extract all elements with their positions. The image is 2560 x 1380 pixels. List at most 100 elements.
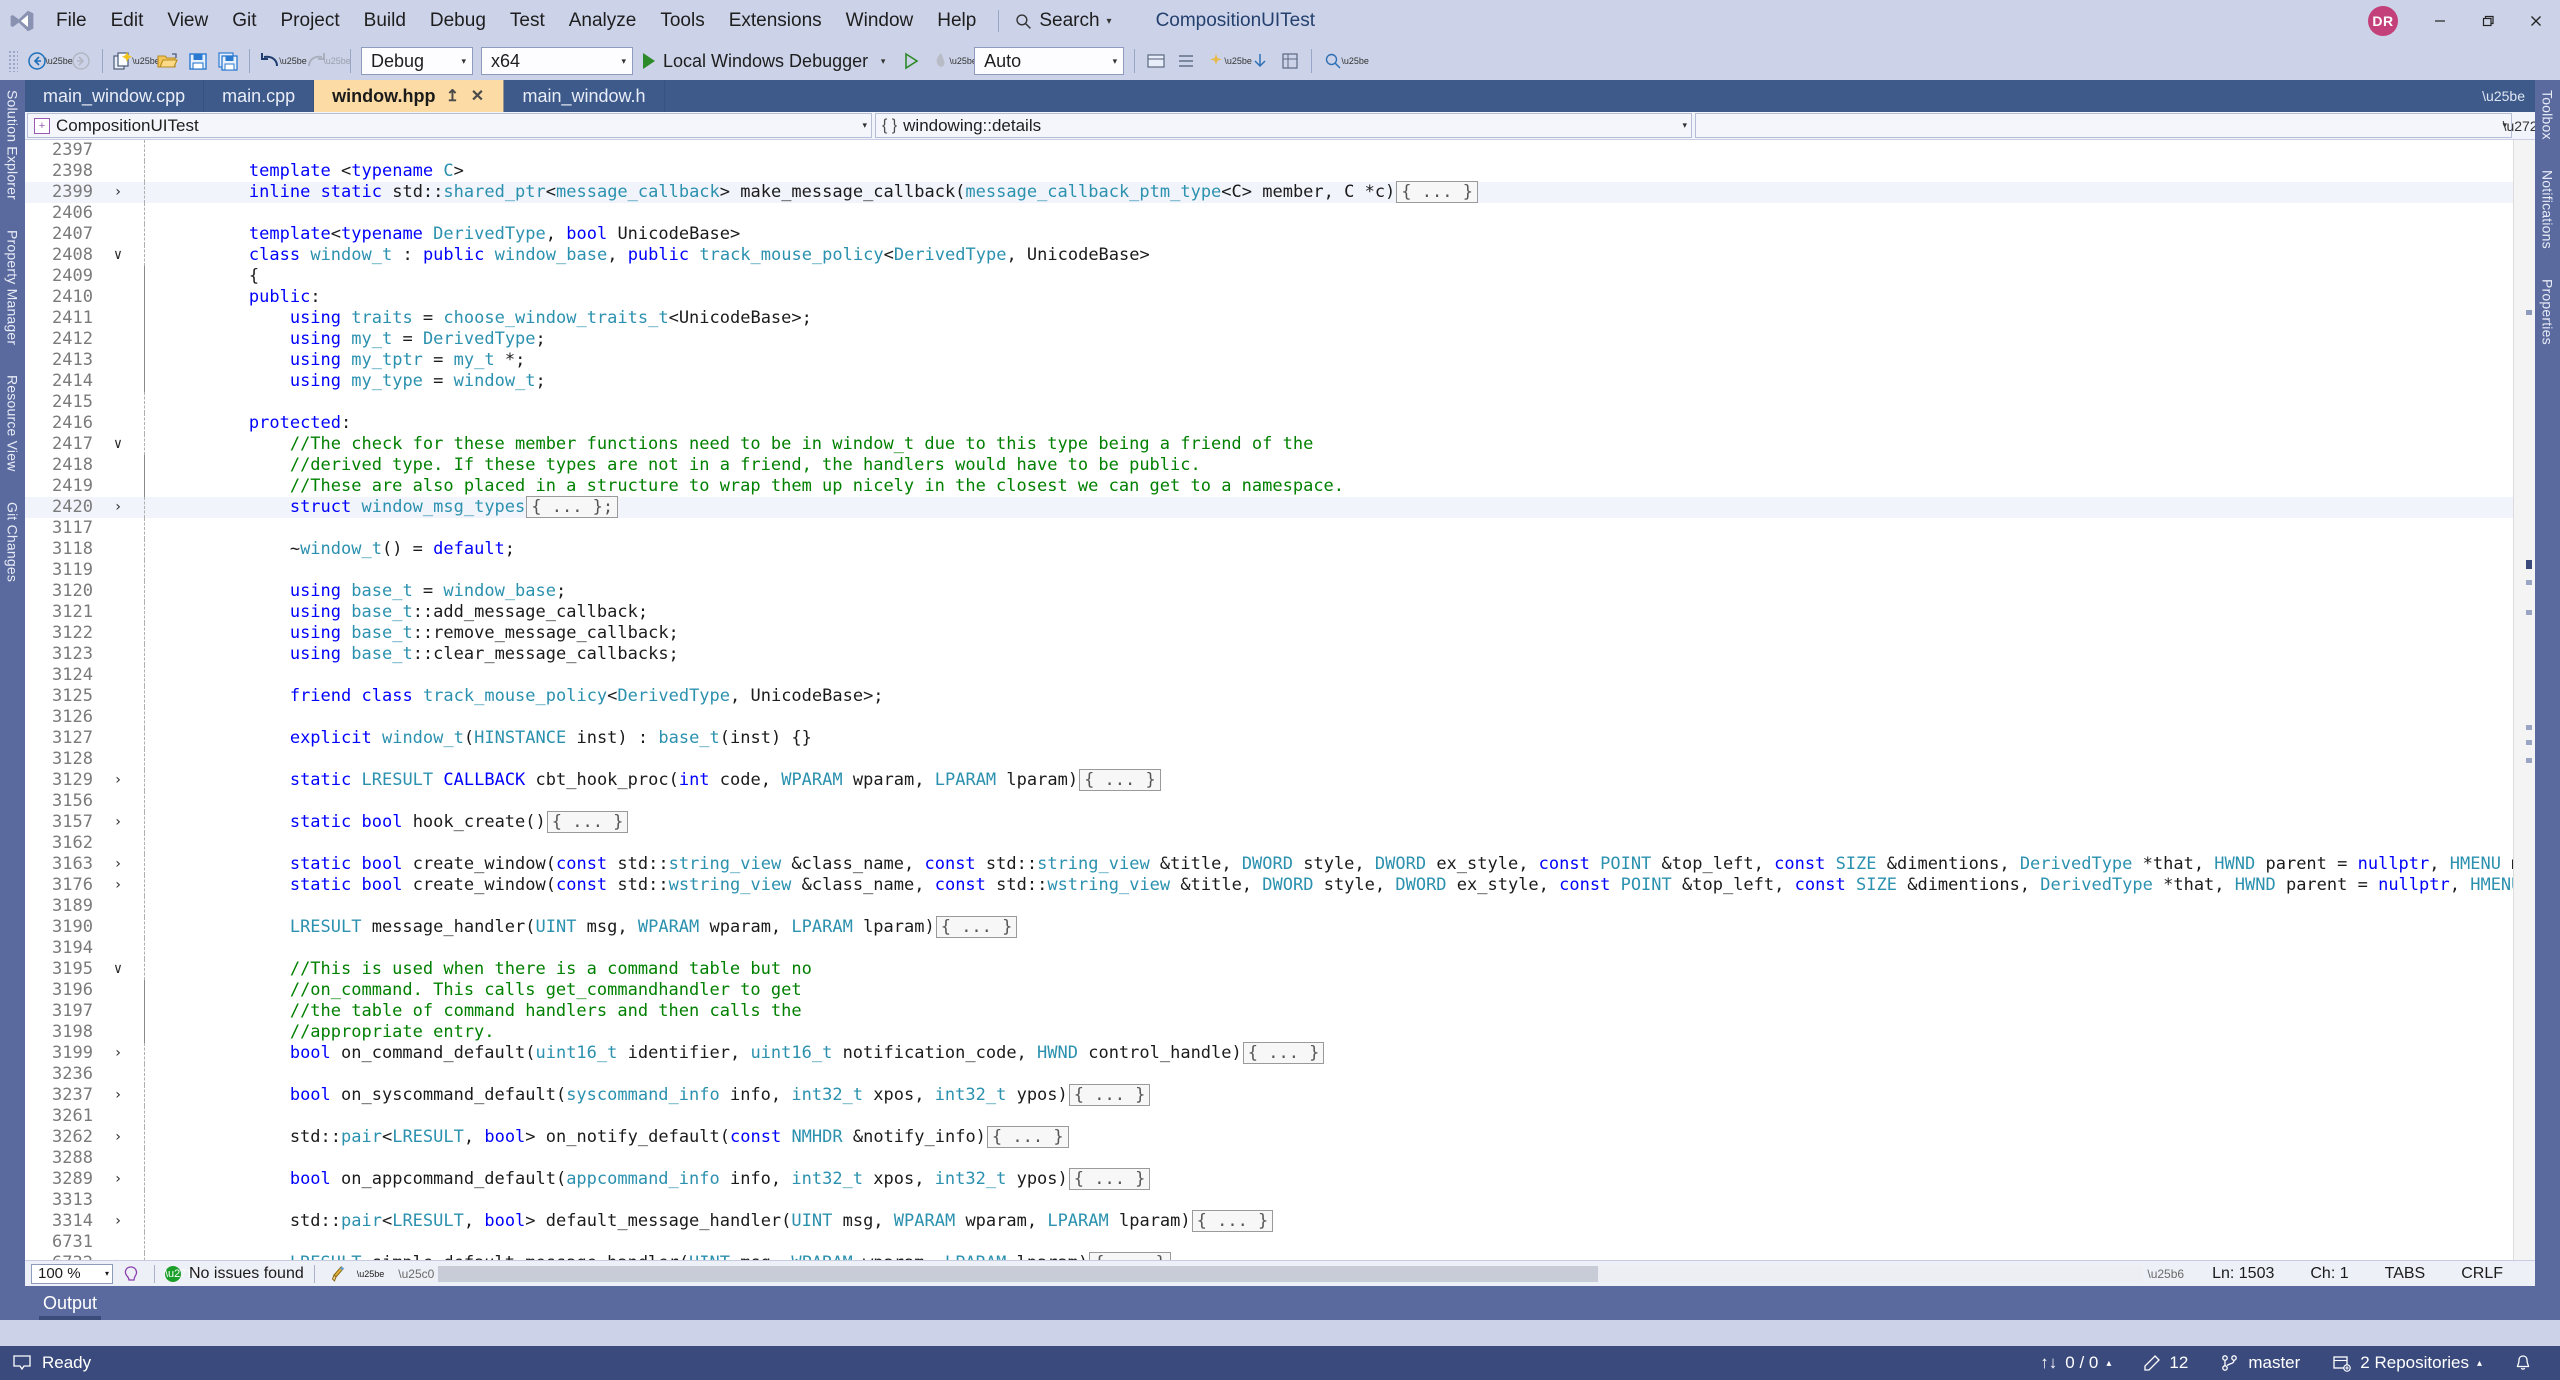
menu-item-project[interactable]: Project: [269, 0, 352, 42]
code-line[interactable]: 2418 //derived type. If these types are …: [25, 455, 2513, 476]
collapsed-region[interactable]: { ... }: [546, 811, 629, 833]
menu-item-test[interactable]: Test: [498, 0, 557, 42]
hot-reload-dropdown[interactable]: \u25be: [949, 46, 977, 76]
code-line[interactable]: 3156: [25, 791, 2513, 812]
open-file-button[interactable]: [153, 46, 183, 76]
code-line[interactable]: 3190 LRESULT message_handler(UINT msg, W…: [25, 916, 2513, 938]
code-line[interactable]: 2415: [25, 392, 2513, 413]
code-line[interactable]: 3261: [25, 1106, 2513, 1127]
toolbar-overflow[interactable]: \u25be: [1341, 46, 1369, 76]
code-line[interactable]: 3194: [25, 938, 2513, 959]
fold-toggle-icon[interactable]: ∨: [103, 245, 133, 266]
undo-dropdown[interactable]: \u25be: [279, 46, 307, 76]
menu-item-build[interactable]: Build: [352, 0, 418, 42]
code-line[interactable]: 2407 template<typename DerivedType, bool…: [25, 224, 2513, 245]
collapsed-region[interactable]: { ... }: [1242, 1042, 1325, 1064]
code-line[interactable]: 2410 public:: [25, 287, 2513, 308]
issues-status[interactable]: \u2713 No issues found: [165, 1265, 304, 1283]
code-line[interactable]: 3199 › bool on_command_default(uint16_t i…: [25, 1042, 2513, 1064]
menu-item-file[interactable]: File: [44, 0, 99, 42]
fold-toggle-icon[interactable]: ›: [103, 770, 133, 791]
rail-notifications[interactable]: Notifications: [2540, 170, 2556, 249]
rail-resource-view[interactable]: Resource View: [5, 375, 21, 472]
avatar[interactable]: DR: [2368, 6, 2398, 36]
collapsed-region[interactable]: { ... }: [1079, 769, 1161, 791]
save-all-button[interactable]: [213, 46, 243, 76]
tab-main-window-h[interactable]: main_window.h: [504, 80, 665, 112]
collapsed-region[interactable]: { ... }: [1396, 181, 1478, 203]
menu-item-help[interactable]: Help: [925, 0, 988, 42]
tab-output[interactable]: Output: [25, 1291, 115, 1320]
horizontal-scrollbar[interactable]: \u25c0 \u25b6: [394, 1265, 2188, 1283]
code-line[interactable]: 3198 //appropriate entry.: [25, 1022, 2513, 1043]
rail-property-manager[interactable]: Property Manager: [5, 230, 21, 345]
navbar-expand-button[interactable]: \u2723: [2503, 112, 2546, 139]
close-button[interactable]: [2512, 0, 2560, 42]
tab-main-window-cpp[interactable]: main_window.cpp: [25, 80, 205, 112]
fold-toggle-icon[interactable]: ›: [103, 1211, 133, 1232]
code-line[interactable]: 3128: [25, 749, 2513, 770]
code-line[interactable]: 2399 › inline static std::shared_ptr<mess…: [25, 181, 2513, 203]
member-scope-combo[interactable]: ▾: [1695, 113, 2512, 138]
code-line[interactable]: 3124: [25, 665, 2513, 686]
code-cleanup-button[interactable]: \u25be: [325, 1265, 389, 1283]
repositories[interactable]: 2 Repositories ▴: [2316, 1346, 2498, 1380]
main-menu[interactable]: File Edit View Git Project Build Debug T…: [44, 0, 988, 42]
tab-window-hpp[interactable]: window.hpp ↥ ✕: [314, 80, 505, 112]
code-line[interactable]: 3122 using base_t::remove_message_callba…: [25, 623, 2513, 644]
vertical-scrollbar-map[interactable]: [2513, 140, 2535, 1260]
code-line[interactable]: 2416 protected:: [25, 413, 2513, 434]
scroll-left-icon[interactable]: \u25c0: [394, 1267, 438, 1281]
code-line[interactable]: 3121 using base_t::add_message_callback;: [25, 602, 2513, 623]
minimize-button[interactable]: [2416, 0, 2464, 42]
fold-toggle-icon[interactable]: ∨: [103, 959, 133, 980]
notifications-button[interactable]: [2498, 1346, 2548, 1380]
code-line[interactable]: 3289 › bool on_appcommand_default(appcomm…: [25, 1168, 2513, 1190]
debug-target-combo[interactable]: Auto ▾: [974, 47, 1125, 75]
code-rows[interactable]: 2397 2398 template <typename C> 2399 › inli…: [25, 140, 2513, 1260]
chevron-down-icon[interactable]: ▾: [876, 46, 890, 76]
toolbar-grip[interactable]: [8, 50, 18, 72]
code-line[interactable]: 2419 //These are also placed in a struct…: [25, 476, 2513, 497]
rail-toolbox[interactable]: Toolbox: [2540, 90, 2556, 140]
code-line[interactable]: 2417 ∨ //The check for these member funct…: [25, 434, 2513, 455]
fold-toggle-icon[interactable]: ∨: [103, 434, 133, 455]
zoom-level-combo[interactable]: 100 % ▾: [31, 1263, 113, 1284]
project-scope-combo[interactable]: + CompositionUITest ▾: [27, 113, 872, 138]
collapsed-region[interactable]: { ... }: [1068, 1168, 1151, 1190]
code-line[interactable]: 3163 › static bool create_window(const st…: [25, 854, 2513, 875]
code-line[interactable]: 3119: [25, 560, 2513, 581]
code-line[interactable]: 3314 › std::pair<LRESULT, bool> default_m…: [25, 1210, 2513, 1232]
close-icon[interactable]: ✕: [469, 86, 485, 106]
fold-toggle-icon[interactable]: ›: [103, 1085, 133, 1106]
code-line[interactable]: 3123 using base_t::clear_message_callbac…: [25, 644, 2513, 665]
code-line[interactable]: 3176 › static bool create_window(const st…: [25, 875, 2513, 896]
code-line[interactable]: 3236: [25, 1064, 2513, 1085]
rail-solution-explorer[interactable]: Solution Explorer: [5, 90, 21, 200]
save-button[interactable]: [183, 46, 213, 76]
solution-platform-combo[interactable]: x64 ▾: [481, 47, 633, 75]
rail-git-changes[interactable]: Git Changes: [5, 502, 21, 582]
start-debugging-button[interactable]: Local Windows Debugger ▾: [637, 46, 896, 76]
solution-configuration-combo[interactable]: Debug ▾: [361, 47, 473, 75]
code-line[interactable]: 3288: [25, 1148, 2513, 1169]
code-editor[interactable]: 2397 2398 template <typename C> 2399 › inli…: [25, 140, 2513, 1260]
code-line[interactable]: 3313: [25, 1190, 2513, 1211]
restore-button[interactable]: [2464, 0, 2512, 42]
code-line[interactable]: 3262 › std::pair<LRESULT, bool> on_notify…: [25, 1126, 2513, 1148]
code-line[interactable]: 2398 template <typename C>: [25, 161, 2513, 182]
code-line[interactable]: 2420 › struct window_msg_types{ ... };: [25, 496, 2513, 518]
navigate-back-dropdown[interactable]: \u25be: [45, 46, 73, 76]
fold-toggle-icon[interactable]: ›: [103, 1253, 133, 1260]
collapsed-region[interactable]: { ... }: [935, 916, 1018, 938]
code-line[interactable]: 2397: [25, 140, 2513, 161]
collapsed-region[interactable]: { ... }: [986, 1126, 1069, 1148]
code-line[interactable]: 2409 {: [25, 266, 2513, 287]
code-line[interactable]: 3189: [25, 896, 2513, 917]
code-line[interactable]: 2411 using traits = choose_window_traits…: [25, 308, 2513, 329]
toolbar-extra-5[interactable]: [1275, 46, 1305, 76]
code-line[interactable]: 2408 ∨ class window_t : public window_bas…: [25, 245, 2513, 266]
code-line[interactable]: 2406: [25, 203, 2513, 224]
menu-item-analyze[interactable]: Analyze: [557, 0, 649, 42]
search-box[interactable]: Search ▾: [1009, 10, 1117, 32]
